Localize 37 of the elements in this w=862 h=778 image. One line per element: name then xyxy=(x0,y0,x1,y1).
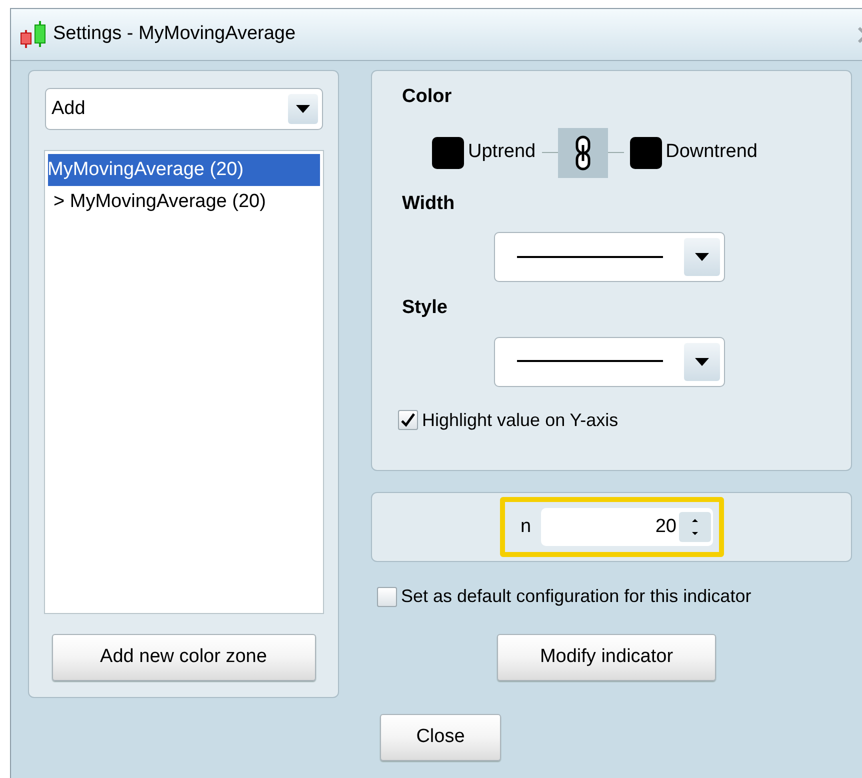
style-dropdown[interactable] xyxy=(494,336,725,386)
list-item[interactable]: > MyMovingAverage (20) xyxy=(48,186,320,218)
chain-link-icon xyxy=(574,134,592,170)
dropdown-arrow-button[interactable] xyxy=(684,342,720,380)
width-dropdown[interactable] xyxy=(494,232,725,282)
checkbox-label: Highlight value on Y-axis xyxy=(422,408,618,432)
add-color-zone-button[interactable]: Add new color zone xyxy=(52,634,316,681)
field-value: 20 xyxy=(655,514,676,539)
dropdown-arrow-button[interactable] xyxy=(684,238,720,276)
window-title: Settings - MyMovingAverage xyxy=(53,22,296,46)
section-heading: Width xyxy=(402,192,456,216)
parameter-label: n xyxy=(520,514,532,539)
checkbox[interactable] xyxy=(398,410,418,430)
section-heading: Style xyxy=(402,296,448,320)
line-sample-icon xyxy=(517,360,663,363)
list-item[interactable]: MyMovingAverage (20) xyxy=(48,154,320,186)
link-toggle[interactable] xyxy=(558,128,608,178)
caret-icon xyxy=(296,105,310,113)
caret-icon xyxy=(695,358,709,366)
uptrend-label: Uptrend xyxy=(468,140,536,164)
checkmark-icon xyxy=(400,412,416,428)
downtrend-label: Downtrend xyxy=(666,140,758,164)
line-sample-icon xyxy=(517,256,663,258)
checkbox-label: Set as default configuration for this indicator xyxy=(401,585,752,608)
uptrend-color-swatch[interactable] xyxy=(432,136,464,168)
dropdown-arrow-button[interactable] xyxy=(288,94,318,124)
caret-icon xyxy=(695,253,709,261)
checkbox[interactable] xyxy=(377,586,397,606)
modify-indicator-button[interactable]: Modify indicator xyxy=(497,634,716,681)
spinner-icon[interactable] xyxy=(678,512,710,542)
dropdown-value: Add xyxy=(52,96,86,121)
section-heading: Color xyxy=(402,85,453,109)
add-dropdown[interactable]: Add xyxy=(44,88,322,130)
close-button[interactable]: Close xyxy=(380,714,501,761)
downtrend-color-swatch[interactable] xyxy=(630,136,662,168)
number-field[interactable]: 20 xyxy=(541,508,712,546)
candlestick-icon xyxy=(19,20,47,50)
